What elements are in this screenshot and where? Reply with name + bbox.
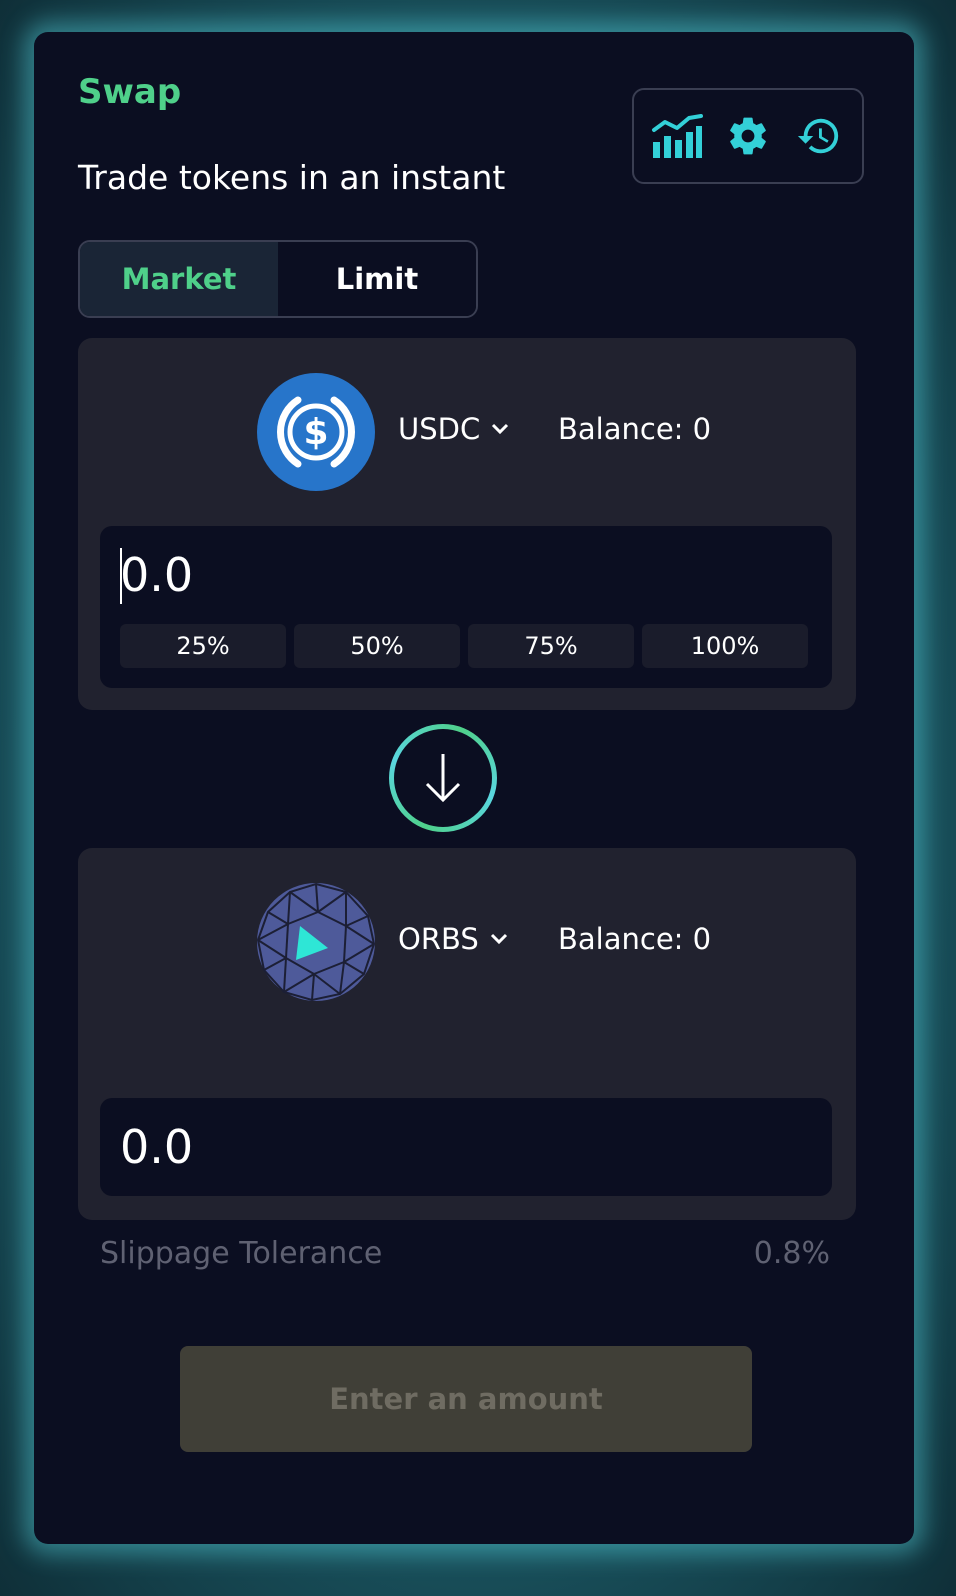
slippage-value: 0.8% [753,1236,830,1271]
switch-direction-inner [394,729,492,827]
from-balance: Balance: 0 [558,412,712,446]
usdc-logo-icon: $ [257,373,375,491]
chart-button[interactable] [649,108,705,164]
history-button[interactable] [791,108,847,164]
chevron-down-icon [490,933,507,945]
from-token-selector[interactable]: USDC [398,412,510,446]
orbs-logo-icon [256,882,376,1002]
arrow-down-icon [425,754,461,803]
tab-market[interactable]: Market [80,242,278,316]
from-token-row: $ USDC Balance: 0 [78,372,856,492]
from-amount-input[interactable] [120,544,800,606]
settings-button[interactable] [720,108,776,164]
gear-icon [730,117,766,155]
switch-direction-button[interactable] [389,724,497,832]
percent-100-button[interactable]: 100% [642,624,808,668]
chart-icon [652,114,704,158]
from-token-panel: $ USDC Balance: 0 25% 50% 75% 100% [78,338,856,710]
from-amount-box: 25% 50% 75% 100% [100,526,832,688]
to-amount-input[interactable] [120,1116,800,1178]
to-token-row: ORBS Balance: 0 [78,882,856,1002]
slippage-label: Slippage Tolerance [100,1236,383,1271]
percent-buttons: 25% 50% 75% 100% [120,624,808,668]
chevron-down-icon [492,423,509,435]
toolbar [632,88,864,184]
tab-limit[interactable]: Limit [278,242,476,316]
to-amount-box [100,1098,832,1196]
from-token-symbol: USDC [398,412,481,446]
percent-50-button[interactable]: 50% [294,624,460,668]
history-icon [797,118,838,154]
percent-25-button[interactable]: 25% [120,624,286,668]
to-balance: Balance: 0 [558,922,712,956]
to-token-symbol: ORBS [398,922,479,956]
to-token-panel: ORBS Balance: 0 [78,848,856,1220]
order-type-tabs: Market Limit [78,240,478,318]
svg-text:$: $ [303,412,328,453]
percent-75-button[interactable]: 75% [468,624,634,668]
enter-amount-button[interactable]: Enter an amount [180,1346,752,1452]
to-token-selector[interactable]: ORBS [398,922,509,956]
page-title: Swap [78,72,182,112]
swap-card: Swap Trade tokens in an instant Market L… [34,32,914,1544]
page-subtitle: Trade tokens in an instant [78,158,506,197]
